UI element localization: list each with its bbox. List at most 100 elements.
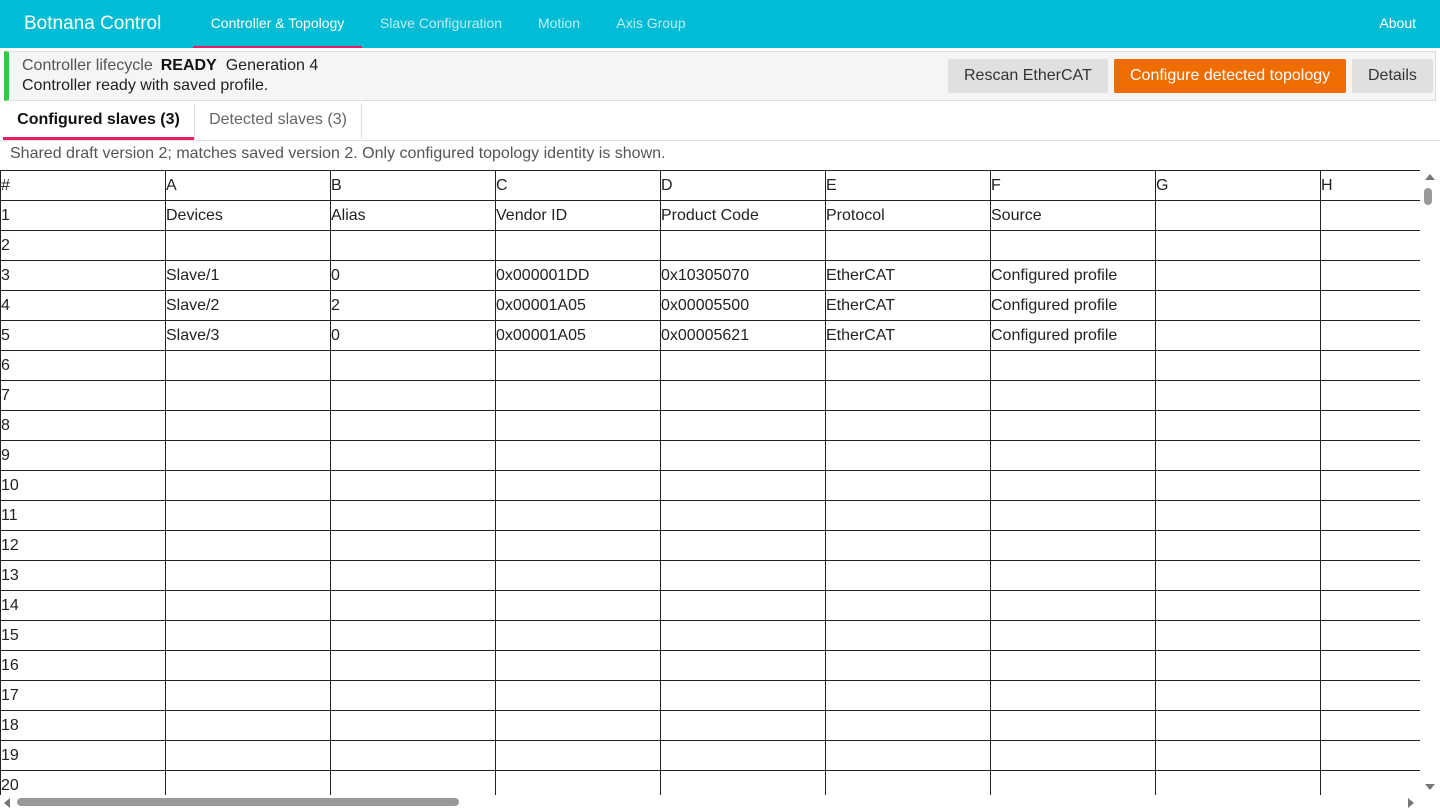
sheet-cell[interactable] bbox=[495, 230, 661, 261]
sheet-cell[interactable] bbox=[990, 680, 1156, 711]
sheet-cell[interactable]: Source bbox=[990, 200, 1156, 231]
tab-configured-slaves[interactable]: Configured slaves (3) bbox=[3, 101, 194, 140]
sheet-cell[interactable] bbox=[1320, 230, 1420, 261]
sheet-cell[interactable] bbox=[495, 620, 661, 651]
sheet-cell[interactable] bbox=[1155, 320, 1321, 351]
sheet-cell[interactable]: Alias bbox=[330, 200, 496, 231]
sheet-cell[interactable] bbox=[330, 620, 496, 651]
sheet-cell[interactable] bbox=[1320, 560, 1420, 591]
sheet-cell[interactable] bbox=[495, 500, 661, 531]
sheet-cell[interactable] bbox=[165, 770, 331, 795]
sheet-cell[interactable] bbox=[495, 590, 661, 621]
sheet-cell[interactable] bbox=[990, 590, 1156, 621]
sheet-cell[interactable] bbox=[165, 350, 331, 381]
sheet-cell[interactable]: 0 bbox=[330, 260, 496, 291]
sheet-cell[interactable]: 0x000001DD bbox=[495, 260, 661, 291]
horizontal-scroll-thumb[interactable] bbox=[17, 798, 459, 806]
sheet-cell[interactable] bbox=[165, 560, 331, 591]
sheet-cell[interactable] bbox=[825, 230, 991, 261]
sheet-cell[interactable] bbox=[990, 710, 1156, 741]
sheet-cell[interactable] bbox=[1155, 350, 1321, 381]
sheet-cell[interactable]: Devices bbox=[165, 200, 331, 231]
nav-tab-slave-configuration[interactable]: Slave Configuration bbox=[362, 0, 520, 48]
sheet-cell[interactable]: Slave/2 bbox=[165, 290, 331, 321]
sheet-cell[interactable] bbox=[660, 650, 826, 681]
sheet-cell[interactable] bbox=[1320, 200, 1420, 231]
sheet-cell[interactable]: EtherCAT bbox=[825, 320, 991, 351]
sheet-cell[interactable] bbox=[825, 440, 991, 471]
scroll-down-arrow-icon[interactable] bbox=[1425, 784, 1435, 790]
sheet-cell[interactable] bbox=[1155, 290, 1321, 321]
sheet-cell[interactable] bbox=[1320, 590, 1420, 621]
sheet-cell[interactable] bbox=[330, 560, 496, 591]
sheet-cell[interactable] bbox=[660, 440, 826, 471]
sheet-cell[interactable]: Protocol bbox=[825, 200, 991, 231]
sheet-cell[interactable] bbox=[990, 650, 1156, 681]
sheet-cell[interactable] bbox=[990, 530, 1156, 561]
sheet-cell[interactable] bbox=[660, 590, 826, 621]
sheet-cell[interactable] bbox=[1320, 710, 1420, 741]
sheet-cell[interactable]: 0x10305070 bbox=[660, 260, 826, 291]
sheet-cell[interactable] bbox=[165, 650, 331, 681]
tab-detected-slaves[interactable]: Detected slaves (3) bbox=[195, 101, 361, 140]
sheet-cell[interactable] bbox=[660, 560, 826, 591]
sheet-cell[interactable] bbox=[660, 230, 826, 261]
sheet-cell[interactable]: 0x00005500 bbox=[660, 290, 826, 321]
sheet-cell[interactable] bbox=[1155, 710, 1321, 741]
sheet-cell[interactable] bbox=[1155, 230, 1321, 261]
sheet-cell[interactable] bbox=[165, 470, 331, 501]
sheet-cell[interactable]: Configured profile bbox=[990, 260, 1156, 291]
sheet-cell[interactable] bbox=[330, 680, 496, 711]
sheet-cell[interactable] bbox=[330, 470, 496, 501]
sheet-cell[interactable]: Configured profile bbox=[990, 320, 1156, 351]
sheet-cell[interactable]: 0x00001A05 bbox=[495, 320, 661, 351]
sheet-cell[interactable] bbox=[495, 350, 661, 381]
sheet-cell[interactable] bbox=[165, 740, 331, 771]
sheet-cell[interactable] bbox=[330, 440, 496, 471]
sheet-cell[interactable] bbox=[660, 740, 826, 771]
sheet-cell[interactable]: EtherCAT bbox=[825, 260, 991, 291]
sheet-cell[interactable] bbox=[1320, 620, 1420, 651]
sheet-cell[interactable] bbox=[1320, 350, 1420, 381]
sheet-cell[interactable] bbox=[660, 350, 826, 381]
sheet-cell[interactable] bbox=[1155, 380, 1321, 411]
sheet-cell[interactable] bbox=[660, 380, 826, 411]
sheet-cell[interactable] bbox=[990, 500, 1156, 531]
sheet-cell[interactable] bbox=[165, 710, 331, 741]
scroll-up-arrow-icon[interactable] bbox=[1425, 174, 1435, 180]
sheet-cell[interactable] bbox=[330, 530, 496, 561]
nav-tab-controller-topology[interactable]: Controller & Topology bbox=[193, 0, 362, 48]
sheet-cell[interactable]: 0 bbox=[330, 320, 496, 351]
sheet-cell[interactable]: Configured profile bbox=[990, 290, 1156, 321]
sheet-cell[interactable] bbox=[1155, 440, 1321, 471]
sheet-cell[interactable]: 0x00005621 bbox=[660, 320, 826, 351]
sheet-cell[interactable] bbox=[825, 620, 991, 651]
sheet-cell[interactable] bbox=[165, 410, 331, 441]
sheet-cell[interactable] bbox=[495, 680, 661, 711]
sheet-cell[interactable] bbox=[495, 560, 661, 591]
sheet-cell[interactable] bbox=[1155, 470, 1321, 501]
sheet-cell[interactable] bbox=[330, 710, 496, 741]
nav-tab-axis-group[interactable]: Axis Group bbox=[598, 0, 704, 48]
sheet-cell[interactable] bbox=[330, 230, 496, 261]
sheet-cell[interactable] bbox=[990, 350, 1156, 381]
sheet-cell[interactable] bbox=[165, 380, 331, 411]
sheet-cell[interactable] bbox=[330, 410, 496, 441]
sheet-cell[interactable] bbox=[990, 230, 1156, 261]
sheet-cell[interactable] bbox=[825, 530, 991, 561]
sheet-cell[interactable] bbox=[1155, 530, 1321, 561]
sheet-cell[interactable] bbox=[165, 500, 331, 531]
sheet-cell[interactable]: EtherCAT bbox=[825, 290, 991, 321]
sheet-cell[interactable] bbox=[825, 410, 991, 441]
sheet-cell[interactable] bbox=[1320, 260, 1420, 291]
sheet-cell[interactable] bbox=[330, 740, 496, 771]
sheet-cell[interactable] bbox=[495, 410, 661, 441]
sheet-cell[interactable] bbox=[660, 770, 826, 795]
sheet-cell[interactable] bbox=[330, 500, 496, 531]
sheet-cell[interactable] bbox=[1155, 560, 1321, 591]
sheet-cell[interactable] bbox=[1320, 440, 1420, 471]
sheet-cell[interactable] bbox=[825, 380, 991, 411]
sheet-cell[interactable] bbox=[330, 590, 496, 621]
sheet-cell[interactable]: 2 bbox=[330, 290, 496, 321]
configured-slaves-sheet[interactable]: # A B C D E F G H 1 Devices Alias Vendor ID Product C… bbox=[0, 170, 1420, 795]
